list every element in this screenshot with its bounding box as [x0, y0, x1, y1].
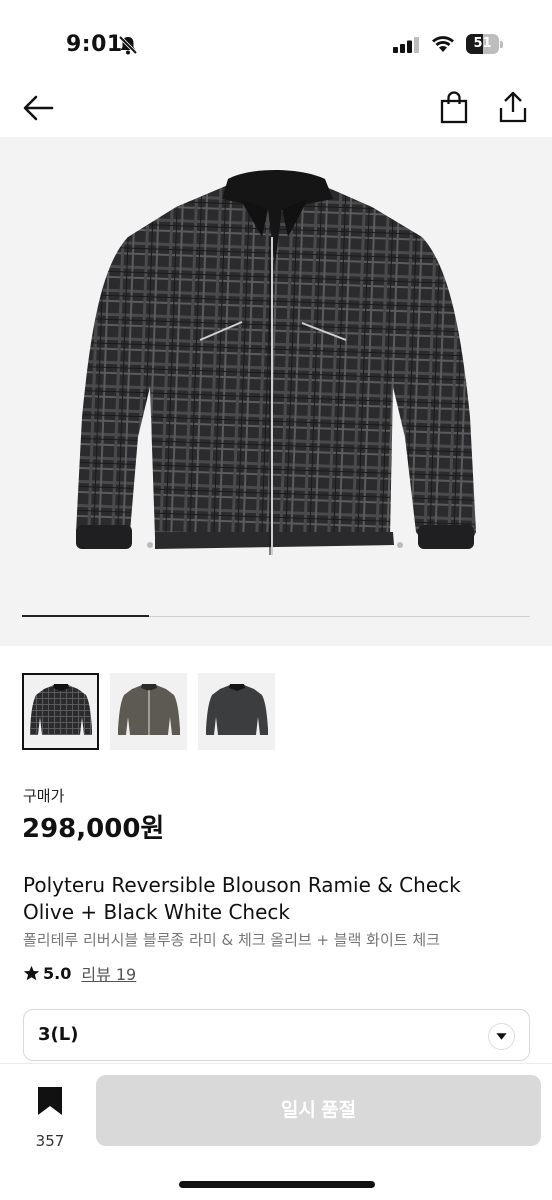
dropdown-triangle-icon: [488, 1023, 515, 1050]
status-time: 9:01: [66, 32, 123, 57]
battery-percent: 51: [473, 36, 492, 51]
arrow-left-icon[interactable]: [20, 90, 56, 126]
price-label: 구매가: [23, 787, 65, 805]
bookmark-count: 357: [35, 1132, 65, 1150]
product-image-carousel[interactable]: [0, 137, 552, 646]
thumbnail-2[interactable]: [110, 673, 187, 750]
size-select[interactable]: 3(L): [23, 1009, 530, 1061]
jacket-black-check-thumbnail: [30, 684, 92, 735]
product-title-line-1: Polyteru Reversible Blouson Ramie & Chec…: [23, 873, 461, 897]
gallery-progress: [22, 615, 530, 617]
bookmark-button[interactable]: 357: [24, 1082, 76, 1150]
size-selected-value: 3(L): [38, 1024, 79, 1045]
rating-score: 5.0: [43, 963, 72, 983]
jacket-image: [76, 170, 476, 555]
jacket-dark-thumbnail: [206, 684, 268, 735]
shopping-bag-icon[interactable]: [436, 90, 472, 126]
thumbnail-1[interactable]: [22, 673, 99, 750]
bottom-action-bar: 357 일시 품절: [0, 1063, 552, 1200]
gallery-progress-fill: [22, 615, 149, 617]
rating-row: 5.0 리뷰 19: [23, 961, 136, 985]
jacket-olive-thumbnail: [118, 684, 180, 735]
product-title: Polyteru Reversible Blouson Ramie & Chec…: [23, 872, 533, 926]
share-icon[interactable]: [494, 88, 532, 126]
review-link[interactable]: 리뷰 19: [81, 961, 136, 985]
bell-muted-icon: [118, 35, 138, 55]
product-price: 298,000원: [22, 814, 165, 844]
nav-bar: [0, 80, 552, 136]
product-title-korean: 폴리테루 리버시블 블루종 라미 & 체크 올리브 + 블랙 화이트 체크: [23, 931, 440, 949]
product-title-line-2: Olive + Black White Check: [23, 900, 290, 924]
thumbnail-strip: [22, 673, 275, 751]
thumbnail-3[interactable]: [198, 673, 275, 750]
battery-indicator: 51: [466, 34, 503, 54]
home-indicator: [179, 1181, 375, 1188]
sold-out-button[interactable]: 일시 품절: [96, 1075, 541, 1146]
cellular-signal-icon: [393, 37, 419, 53]
wifi-icon: [432, 36, 454, 52]
star-icon: [23, 965, 40, 980]
bookmark-icon: [38, 1087, 62, 1115]
status-bar: 9:01 51: [0, 0, 552, 80]
